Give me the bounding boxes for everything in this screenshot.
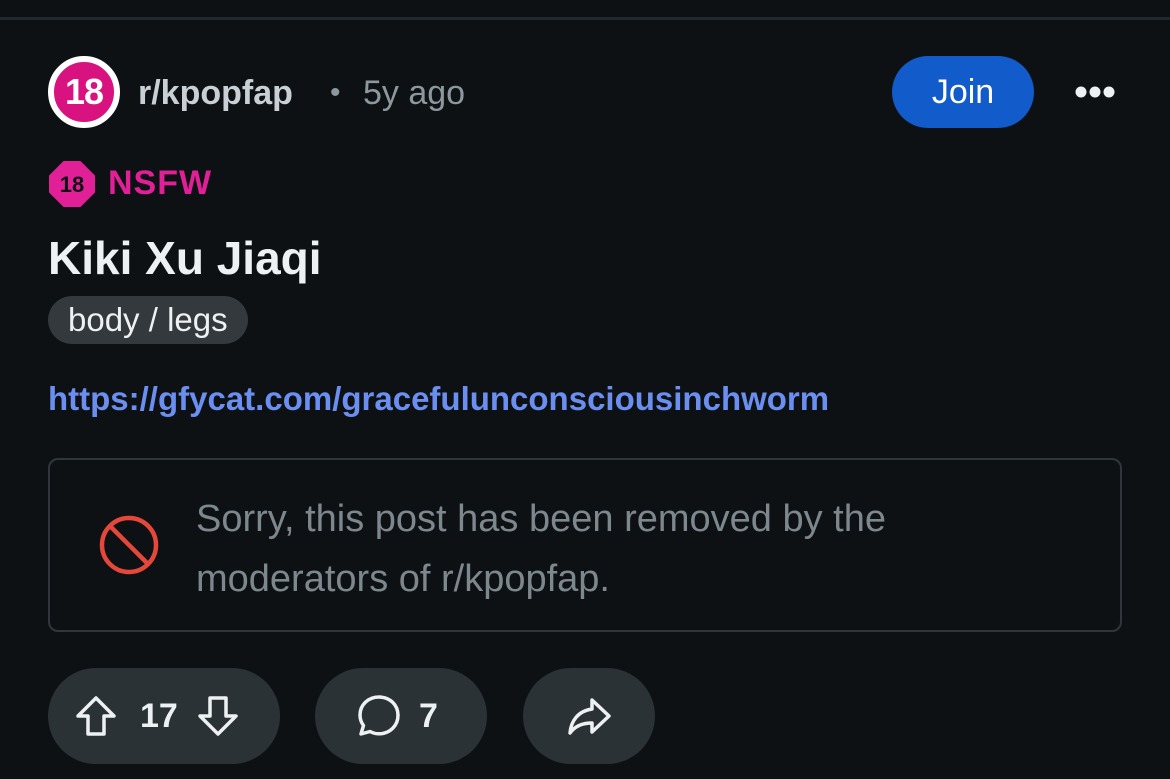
subreddit-name[interactable]: r/kpopfap [138,73,293,113]
nsfw-badge-icon: 18 [49,161,95,207]
post-title: Kiki Xu Jiaqi [48,232,322,284]
post-flair[interactable]: body / legs [48,296,248,344]
subreddit-avatar[interactable]: 18 [48,56,120,128]
prohibited-icon [99,515,159,575]
nsfw-label: NSFW [108,164,213,202]
post-page: 18 r/kpopfap • 5y ago Join 18 NSFW Kiki … [0,0,1170,779]
share-arrow-icon [568,698,611,735]
post-link[interactable]: https://gfycat.com/gracefulunconsciousin… [48,378,829,420]
arrow-down-icon [198,696,238,736]
top-divider [0,17,1170,20]
vote-bar: 17 [48,668,280,764]
subreddit-avatar-text: 18 [64,71,104,112]
share-button[interactable] [523,668,655,764]
upvote-button[interactable] [72,692,120,740]
speech-bubble-icon [358,695,400,736]
more-horizontal-icon [1075,86,1115,98]
post-age: 5y ago [363,74,466,112]
more-options-button[interactable] [1070,72,1120,112]
comment-count: 7 [419,696,438,735]
downvote-button[interactable] [194,692,242,740]
arrow-up-icon [76,696,116,736]
vote-count: 17 [140,696,178,735]
comments-button[interactable]: 7 [315,668,487,764]
join-button[interactable]: Join [892,56,1034,128]
nsfw-badge-text: 18 [60,172,84,197]
meta-separator: • [330,76,341,109]
removed-notice-text: Sorry, this post has been removed by the… [196,498,886,600]
